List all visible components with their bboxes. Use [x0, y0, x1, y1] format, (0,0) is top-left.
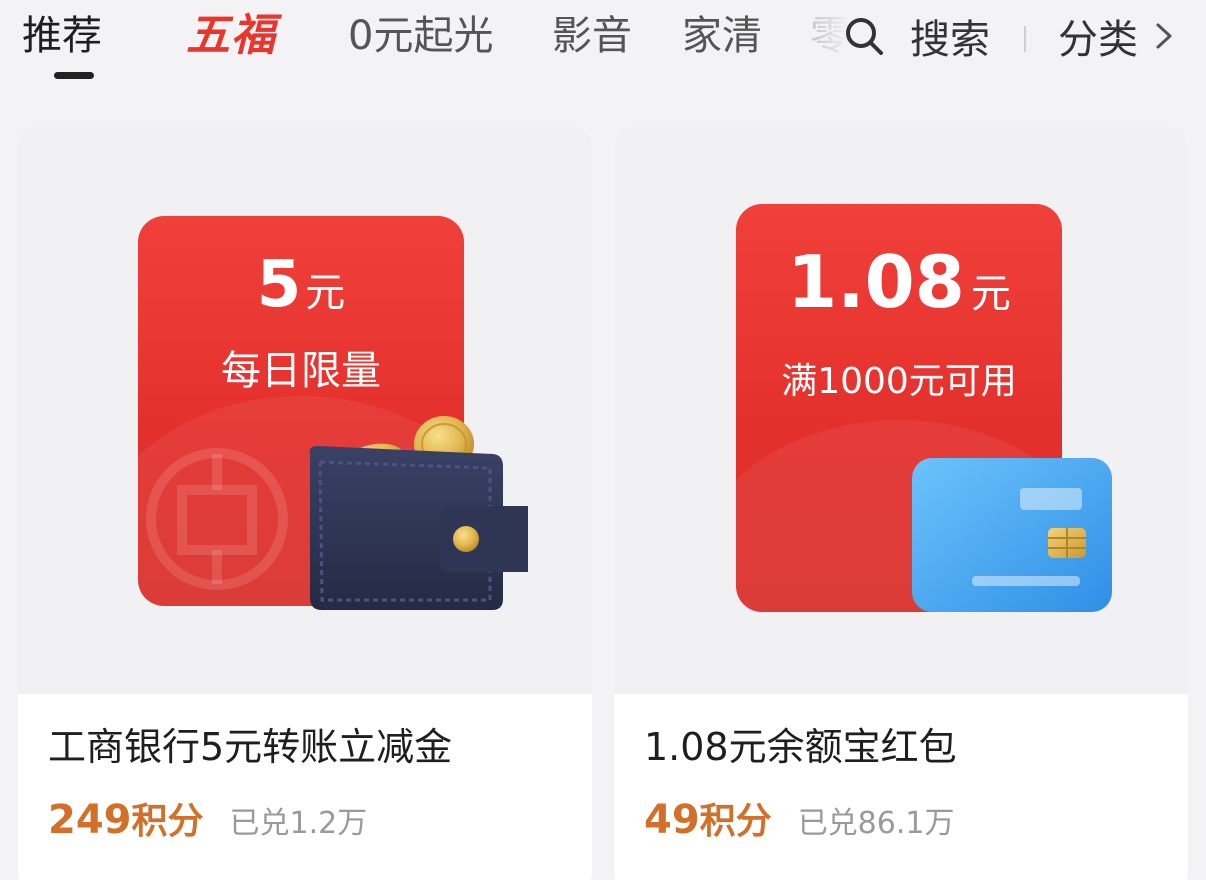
points-unit: 积分 — [131, 801, 204, 842]
product-card-yuebao-red-packet[interactable]: 1.08 元 满1000元可用 1.08元余额宝红包 49 积分 已兑86.1万 — [614, 124, 1188, 880]
product-card-transfer-voucher[interactable]: 5元 每日限量 工商银行5元转账立减金 249 积分 已兑1.2万 — [18, 124, 592, 880]
product-title: 工商银行5元转账立减金 — [48, 725, 453, 769]
tab-zero-yuan[interactable]: 0元起光 — [348, 8, 493, 64]
search-label: 搜索 — [910, 17, 990, 63]
category-tab-bar: 推荐 五福 0元起光 影音 家清 零 搜索 分类 — [0, 0, 1206, 100]
redeemed-count: 已兑86.1万 — [797, 806, 955, 841]
bank-logo-watermark — [146, 448, 288, 590]
product-image: 1.08 元 满1000元可用 — [614, 124, 1188, 694]
active-tab-indicator — [54, 72, 94, 79]
coupon-amount-unit: 元 — [305, 270, 346, 316]
points-unit: 积分 — [699, 801, 772, 842]
points-mall-page: 推荐 五福 0元起光 影音 家清 零 搜索 分类 5 元 每日限量 工商银行5元… — [0, 0, 1206, 880]
points-price: 49 — [644, 797, 700, 843]
price-row: 249 积分 已兑1.2万 — [48, 792, 367, 844]
tab-divider — [1024, 26, 1026, 52]
tab-wufu[interactable]: 五福 — [186, 8, 276, 64]
product-image: 5元 每日限量 — [18, 124, 592, 694]
tab-media[interactable]: 影音 — [552, 8, 632, 64]
category-label: 分类 — [1058, 17, 1138, 63]
wallet-icon — [309, 416, 528, 610]
price-row: 49 积分 已兑86.1万 — [644, 792, 954, 844]
product-title: 1.08元余额宝红包 — [644, 725, 957, 769]
tab-recommend[interactable]: 推荐 — [22, 8, 102, 64]
product-info: 工商银行5元转账立减金 249 积分 已兑1.2万 — [18, 694, 592, 880]
coupon-amount: 5元 — [138, 248, 464, 322]
search-icon — [846, 18, 883, 55]
coupon-amount-value: 1.08 — [787, 240, 965, 324]
bank-card-icon — [912, 458, 1112, 612]
points-price: 249 — [48, 797, 132, 843]
chevron-right-icon — [1156, 23, 1172, 49]
coupon-description: 满1000元可用 — [781, 361, 1017, 402]
coupon-amount-value: 5 — [256, 248, 302, 322]
coupon-description: 每日限量 — [221, 348, 381, 394]
tab-home-cleaning[interactable]: 家清 — [682, 8, 762, 64]
category-button[interactable]: 分类 — [1058, 8, 1176, 64]
redeemed-count: 已兑1.2万 — [229, 806, 368, 841]
search-button[interactable]: 搜索 — [842, 8, 990, 64]
coupon-amount-unit: 元 — [970, 271, 1011, 317]
coupon-amount: 1.08 元 — [736, 240, 1062, 324]
product-info: 1.08元余额宝红包 49 积分 已兑86.1万 — [614, 694, 1188, 880]
